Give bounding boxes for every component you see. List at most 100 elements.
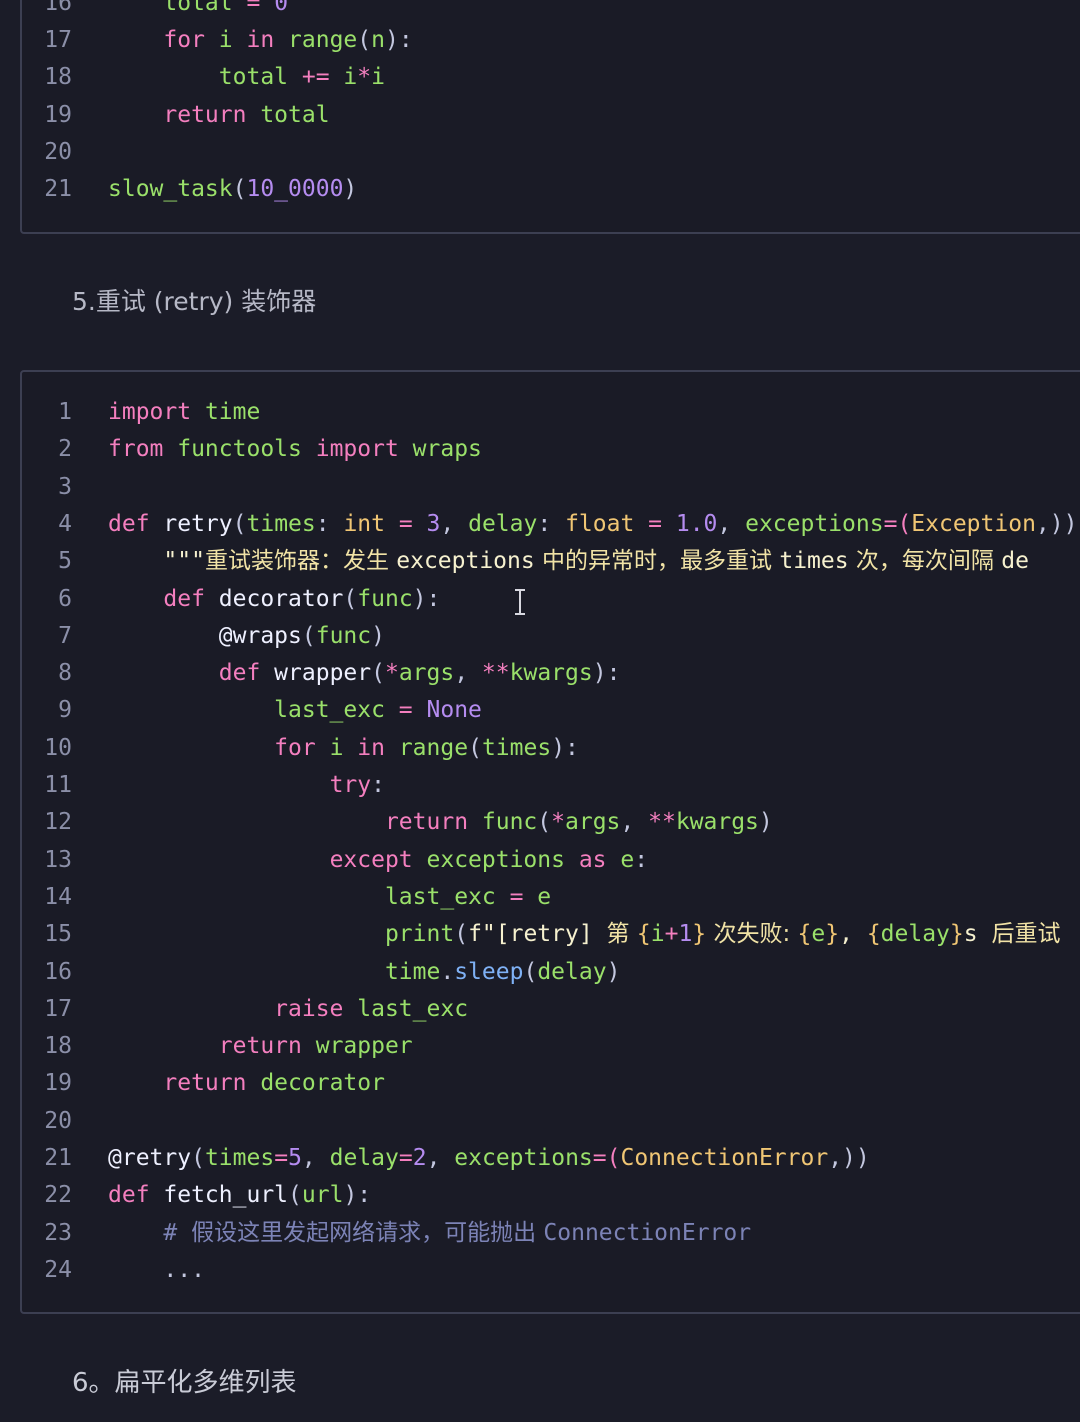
code-token: *: [384, 660, 399, 687]
code-token: return: [163, 1070, 247, 1097]
line-number: 16: [44, 0, 72, 16]
line-number: 15: [44, 921, 72, 948]
code-token: exceptions: [396, 548, 535, 575]
code-token: *: [551, 809, 566, 836]
code-token: ):: [385, 27, 413, 54]
line-number: 4: [58, 510, 72, 537]
code-text: import time: [108, 394, 260, 431]
section-heading-retry: 5.重试 (retry) 装饰器: [72, 287, 317, 316]
code-token: ,: [426, 1145, 455, 1171]
code-token: 第: [606, 921, 637, 948]
line-number: 7: [58, 622, 72, 649]
code-token: =: [385, 510, 427, 537]
code-token: i: [650, 921, 665, 948]
line-number: 20: [44, 138, 72, 165]
line-number: 10: [44, 734, 72, 761]
code-token: exceptions: [412, 846, 579, 873]
code-block-previous: 16 total = 0 17 for i in range(n): 18 tota…: [20, 0, 1080, 234]
code-token: f"[retry]: [468, 921, 607, 948]
code-token: url: [301, 1182, 344, 1209]
code-text: except exceptions as e:: [108, 842, 649, 879]
code-token: #: [163, 1219, 192, 1246]
code-token: delay: [468, 510, 538, 537]
line-number: 11: [44, 772, 72, 798]
code-line: 16 total = 0: [22, 0, 1080, 22]
code-token: int: [343, 510, 385, 537]
code-token: 1.0: [675, 510, 718, 537]
line-number: 19: [44, 1070, 72, 1097]
code-token: retry: [149, 510, 233, 537]
line-number: 17: [44, 995, 72, 1022]
code-token: =: [495, 883, 538, 910]
code-token: e: [606, 846, 635, 873]
code-token: return: [163, 101, 247, 128]
code-token: time: [384, 958, 441, 985]
code-block-retry: 1 import time 2 from functools import wraps…: [20, 370, 1080, 1314]
code-token: (: [232, 510, 247, 537]
code-token: last_exc: [343, 995, 469, 1022]
code-text: print(f"[retry] 第 {i+1} 次失败: {e}, {delay…: [108, 916, 1061, 953]
code-line: 2 from functools import wraps: [22, 431, 1080, 468]
section-heading-flatten: 6。扁平化多维列表: [72, 1368, 297, 1398]
code-token: kwargs: [675, 809, 759, 836]
code-token: except: [329, 846, 413, 873]
code-token: decorator: [204, 585, 344, 612]
code-token: {: [866, 921, 881, 948]
line-number: 1: [58, 399, 72, 425]
line-number: 18: [44, 64, 72, 91]
code-token: 次，每次间隔: [848, 548, 1002, 575]
code-token: total: [218, 64, 289, 91]
line-number: 13: [44, 846, 72, 873]
line-number: 16: [44, 958, 72, 985]
code-token: times: [204, 1145, 275, 1171]
code-token: raise: [274, 995, 344, 1022]
code-line: 23 # 假设这里发起网络请求，可能抛出 ConnectionError: [22, 1215, 1080, 1252]
line-number: 18: [44, 1033, 72, 1060]
code-line: 21 @retry(times=5, delay=2, exceptions=(C…: [22, 1140, 1080, 1177]
code-token: 次失败:: [706, 921, 798, 948]
code-token: from: [108, 436, 164, 463]
code-text: @wraps(func): [108, 618, 385, 655]
code-line: 16 time.sleep(delay): [22, 954, 1080, 991]
code-token: 中的异常时，最多重试: [534, 548, 780, 575]
code-token: wraps: [398, 436, 482, 463]
line-number: 2: [58, 436, 72, 463]
code-token: as: [578, 846, 607, 873]
code-token: =(: [883, 510, 912, 537]
code-token: in: [246, 27, 275, 54]
line-number: 24: [44, 1256, 72, 1283]
code-token: ,: [717, 510, 746, 537]
code-text: for i in range(times):: [108, 730, 579, 767]
code-token: ):: [592, 660, 621, 687]
code-text: def decorator(func):: [108, 581, 440, 618]
code-token: ):: [343, 1182, 372, 1209]
code-token: total: [163, 0, 233, 16]
code-token: @retry: [108, 1145, 192, 1171]
line-number: 23: [44, 1219, 72, 1246]
code-token: ConnectionError: [543, 1219, 752, 1246]
code-line: 22 def fetch_url(url):: [22, 1177, 1080, 1214]
code-token: 5: [288, 1145, 302, 1171]
code-token: 后重试: [991, 921, 1061, 948]
code-token: i: [315, 734, 358, 761]
code-token: def: [218, 660, 261, 687]
code-line: 6 def decorator(func):: [22, 581, 1080, 618]
code-token: 假设这里发起网络请求，可能抛出: [191, 1219, 544, 1246]
code-text: total += i*i: [108, 59, 385, 96]
code-token: 10_0000: [246, 176, 344, 202]
code-token: range: [288, 27, 358, 54]
code-token: (: [357, 27, 372, 54]
code-token: de: [1001, 548, 1029, 575]
code-line: 10 for i in range(times):: [22, 730, 1080, 767]
